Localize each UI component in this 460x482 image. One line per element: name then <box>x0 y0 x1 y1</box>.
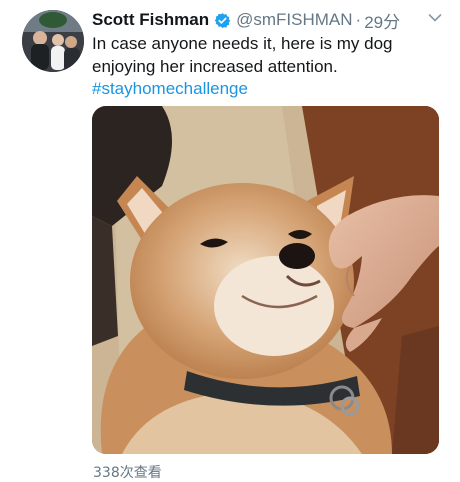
verified-badge-icon <box>214 12 231 29</box>
avatar[interactable] <box>22 10 84 72</box>
view-count: 338次查看 <box>93 465 162 481</box>
author-handle[interactable]: @smFISHMAN <box>236 10 352 30</box>
tweet-text-line-1: In case anyone needs it, here is my dog <box>92 34 393 53</box>
chevron-down-icon[interactable] <box>428 10 442 22</box>
tweet-text-line-2: enjoying her increased attention. <box>92 56 338 76</box>
tweet-header: Scott Fishman @smFISHMAN · 29分 <box>92 8 448 32</box>
separator-dot: · <box>355 10 362 29</box>
tweet[interactable]: Scott Fishman @smFISHMAN · 29分 In case a… <box>0 0 460 481</box>
tweet-timestamp[interactable]: 29分 <box>364 8 400 33</box>
tweet-text: In case anyone needs it, here is my dog … <box>92 33 447 101</box>
hashtag-link[interactable]: #stayhomechallenge <box>92 78 447 101</box>
author-name[interactable]: Scott Fishman <box>92 10 209 30</box>
tweet-media-video[interactable] <box>92 106 439 454</box>
